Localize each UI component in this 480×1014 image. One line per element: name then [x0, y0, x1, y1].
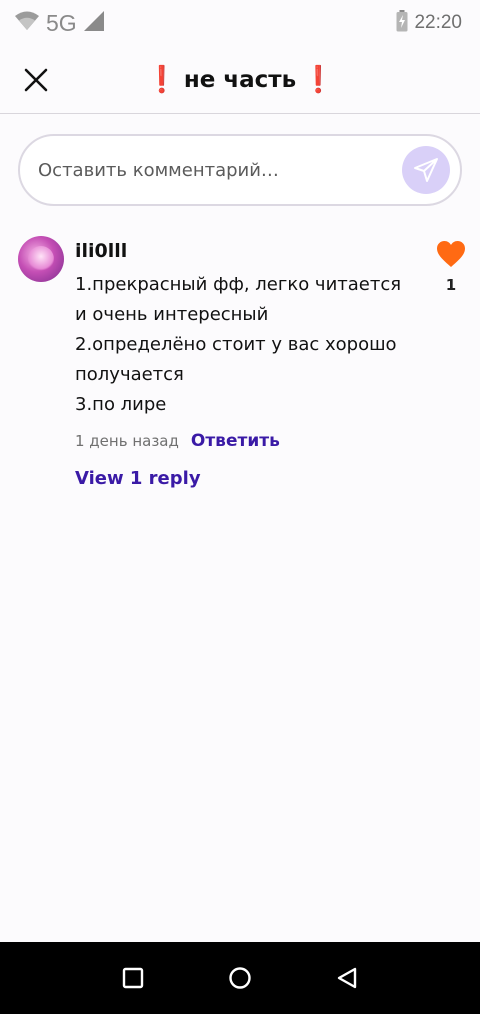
exclamation-icon: ❗ [302, 64, 335, 95]
title-text: не часть [183, 66, 297, 93]
view-replies-link[interactable]: View 1 reply [75, 468, 405, 489]
exclamation-icon: ❗ [145, 64, 178, 95]
back-button[interactable] [331, 962, 363, 994]
send-button[interactable] [402, 146, 450, 194]
avatar[interactable] [18, 236, 64, 282]
home-button[interactable] [224, 962, 256, 994]
wifi-icon [14, 10, 40, 36]
like-button[interactable] [436, 240, 466, 268]
like-count: 1 [445, 276, 457, 294]
page-title: ❗ не часть ❗ [145, 65, 334, 95]
avatar-image [28, 246, 54, 272]
heart-icon [437, 241, 465, 267]
comment-meta: 1 день назад Ответить [75, 426, 405, 456]
clock: 22:20 [414, 12, 462, 33]
system-nav-bar [0, 942, 480, 1014]
comment-timestamp: 1 день назад [75, 432, 179, 450]
status-left: 5G [14, 10, 105, 37]
comment-body: ili0lll 1.прекрасный фф, легко читается … [75, 236, 405, 489]
recents-square-icon [123, 967, 144, 989]
recents-button[interactable] [117, 962, 149, 994]
status-right: 22:20 [396, 10, 462, 36]
comment-username[interactable]: ili0lll [75, 236, 405, 266]
home-circle-icon [229, 967, 251, 989]
comment-input-container [18, 134, 462, 206]
signal-icon [83, 10, 105, 36]
send-icon [414, 158, 438, 182]
reply-button[interactable]: Ответить [191, 431, 280, 451]
status-bar: 5G 22:20 [0, 0, 480, 46]
like-area: 1 [434, 240, 468, 294]
close-icon [24, 68, 48, 92]
back-triangle-icon [337, 967, 356, 989]
comment-text: 1.прекрасный фф, легко читается и очень … [75, 274, 402, 415]
comment-input[interactable] [38, 159, 402, 181]
close-button[interactable] [22, 66, 50, 94]
battery-charging-icon [396, 10, 408, 36]
header: ❗ не часть ❗ [0, 46, 480, 114]
network-type: 5G [46, 9, 77, 36]
